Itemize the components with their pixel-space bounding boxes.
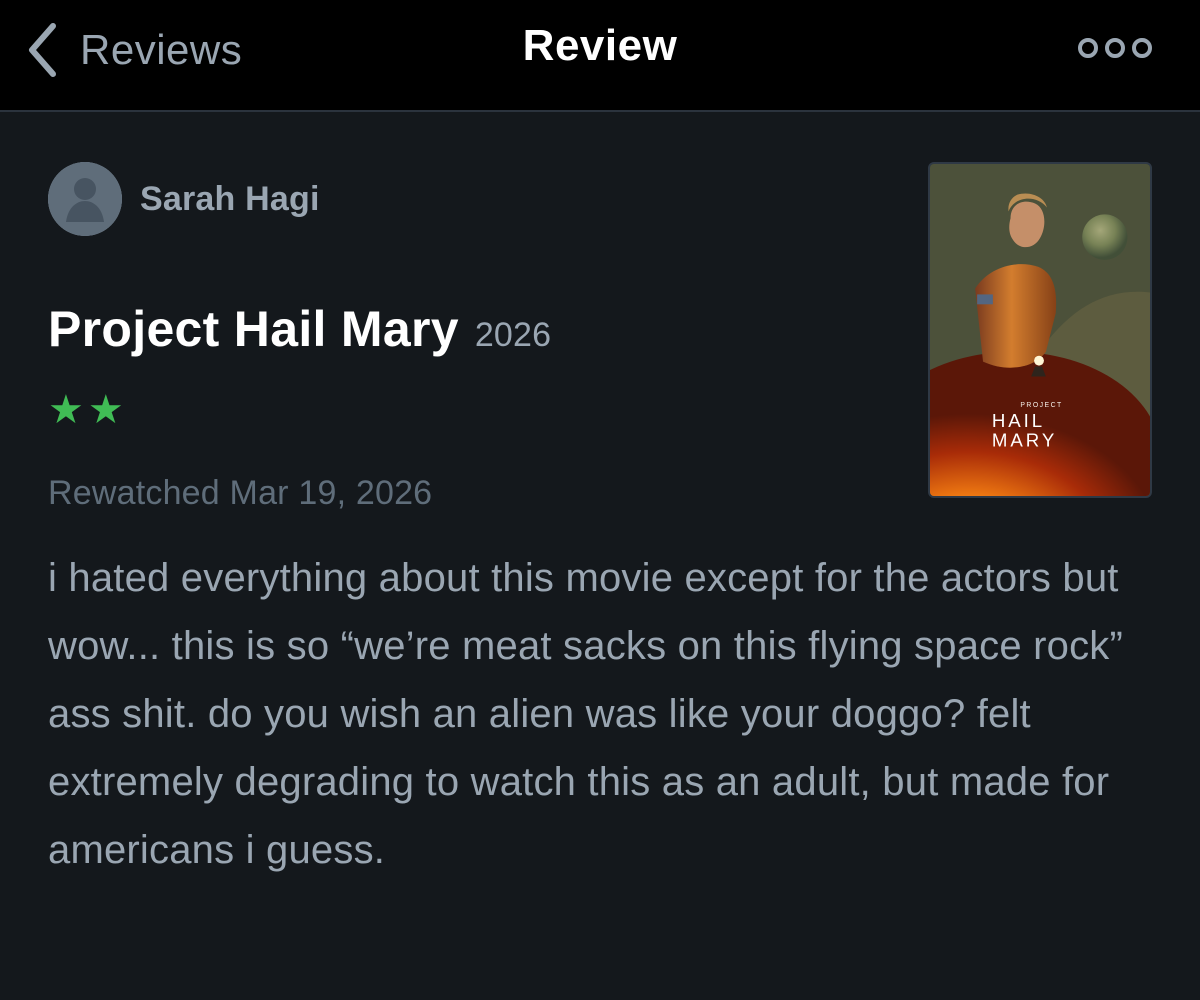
- page-title: Review: [522, 21, 678, 70]
- author-name: Sarah Hagi: [140, 179, 320, 218]
- review-detail: Sarah Hagi PROJECT HAIL MARY Project Hai…: [0, 112, 1200, 1000]
- ellipsis-icon: [1076, 34, 1154, 62]
- top-navigation-bar: Reviews Review: [0, 0, 1200, 112]
- film-title-link[interactable]: Project Hail Mary: [48, 300, 459, 358]
- star-rating: ★ ★: [48, 390, 128, 430]
- more-options-button[interactable]: [1076, 34, 1154, 62]
- star-icon: ★: [87, 388, 124, 432]
- watch-date: Rewatched Mar 19, 2026: [48, 474, 433, 512]
- star-icon: ★: [48, 388, 84, 432]
- poster-title-line-1: HAIL: [992, 410, 1045, 431]
- poster-title-line-2: MARY: [992, 430, 1057, 451]
- review-text: i hated everything about this movie exce…: [48, 556, 1123, 872]
- review-author[interactable]: Sarah Hagi: [48, 162, 320, 236]
- film-year[interactable]: 2026: [475, 316, 551, 355]
- film-poster[interactable]: PROJECT HAIL MARY: [928, 162, 1152, 498]
- user-avatar-icon: [48, 162, 122, 236]
- film-title-row: Project Hail Mary 2026: [48, 300, 888, 358]
- poster-subtitle: PROJECT: [1020, 402, 1062, 409]
